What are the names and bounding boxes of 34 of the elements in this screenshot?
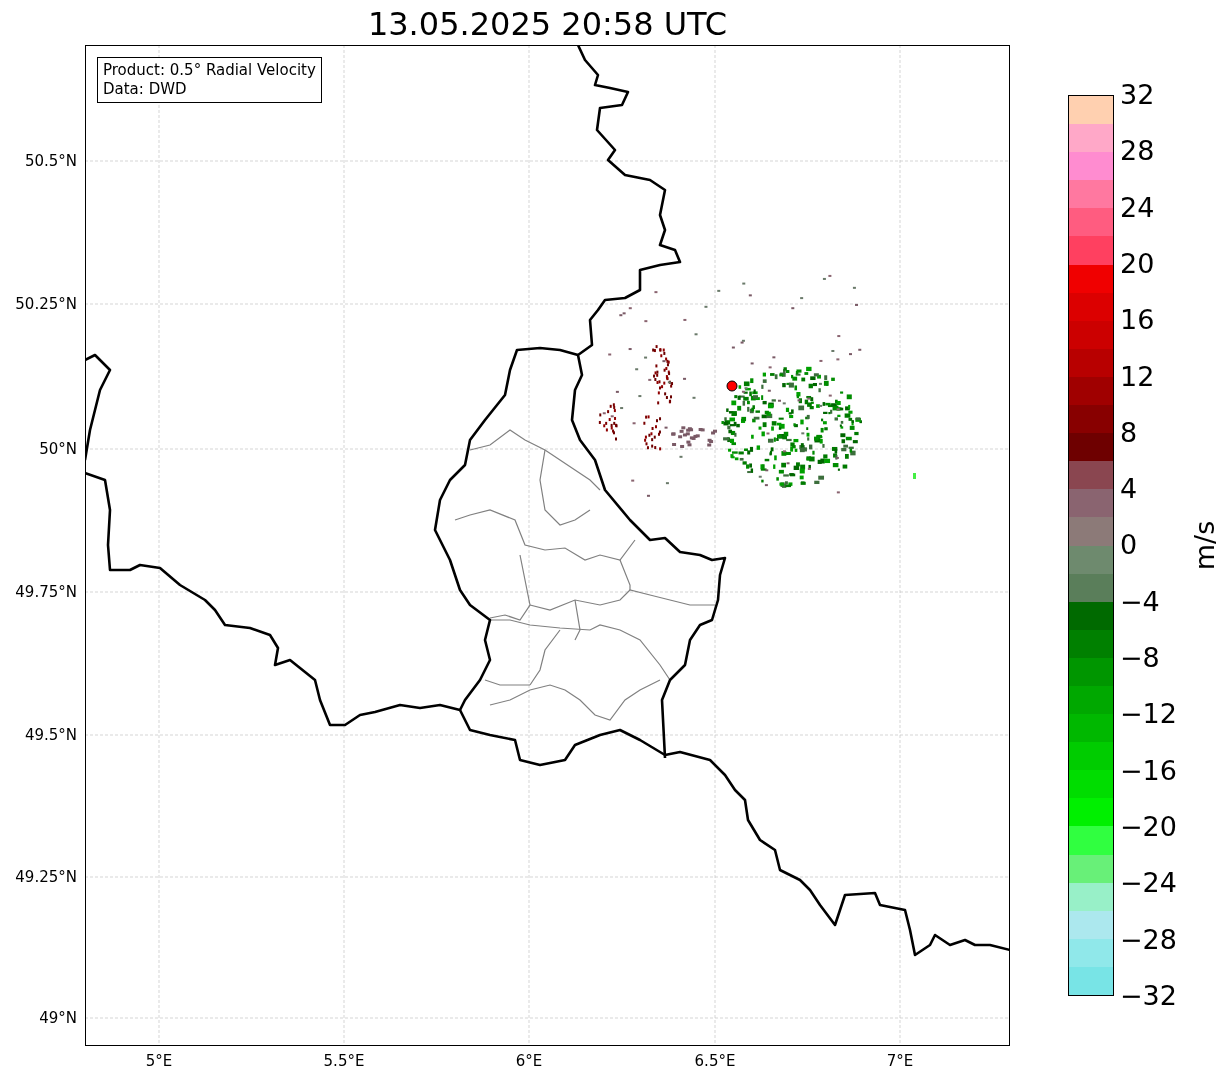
latitude-label: 49.5°N — [24, 726, 77, 744]
latitude-label: 50.25°N — [15, 295, 77, 313]
scale-tick-label: −32 — [1120, 979, 1177, 1012]
latitude-label: 49°N — [39, 1009, 77, 1027]
chart-title: 13.05.2025 20:58 UTC — [367, 4, 728, 45]
legend-text: Product: 0.5° Radial Velocity — [103, 61, 316, 80]
longitude-label: 7°E — [885, 1052, 915, 1070]
scale-tick-label: 16 — [1120, 304, 1155, 337]
scale-tick-label: −12 — [1120, 698, 1177, 731]
scale-tick-label: 0 — [1120, 529, 1138, 562]
radar-site-marker — [726, 380, 738, 392]
scale-tick-label: 8 — [1120, 416, 1138, 449]
legend-text: Data: DWD — [103, 80, 188, 99]
scale-tick-label: −16 — [1120, 754, 1177, 787]
latitude-label: 49.75°N — [15, 583, 77, 601]
scale-tick-label: 4 — [1120, 473, 1138, 506]
latitude-label: 50°N — [39, 440, 77, 458]
scale-unit-label: m/s — [1189, 520, 1221, 571]
latitude-label: 49.25°N — [15, 868, 77, 886]
longitude-label: 6°E — [514, 1052, 544, 1070]
scale-tick-label: 12 — [1120, 360, 1155, 393]
scale-tick-label: 20 — [1120, 247, 1155, 280]
scale-tick-label: −28 — [1120, 923, 1177, 956]
latitude-label: 50.5°N — [24, 152, 77, 170]
scale-tick-label: 32 — [1120, 79, 1155, 111]
scale-tick-label: 28 — [1120, 135, 1155, 168]
scale-tick-label: −4 — [1120, 585, 1160, 618]
scale-tick-label: −8 — [1120, 642, 1160, 674]
scale-tick-label: −20 — [1120, 810, 1177, 843]
scale-tick-label: 24 — [1120, 191, 1155, 224]
longitude-label: 5°E — [144, 1052, 174, 1070]
longitude-label: 5.5°E — [322, 1052, 366, 1070]
longitude-label: 6.5°E — [693, 1052, 737, 1070]
scale-tick-label: −24 — [1120, 867, 1177, 900]
